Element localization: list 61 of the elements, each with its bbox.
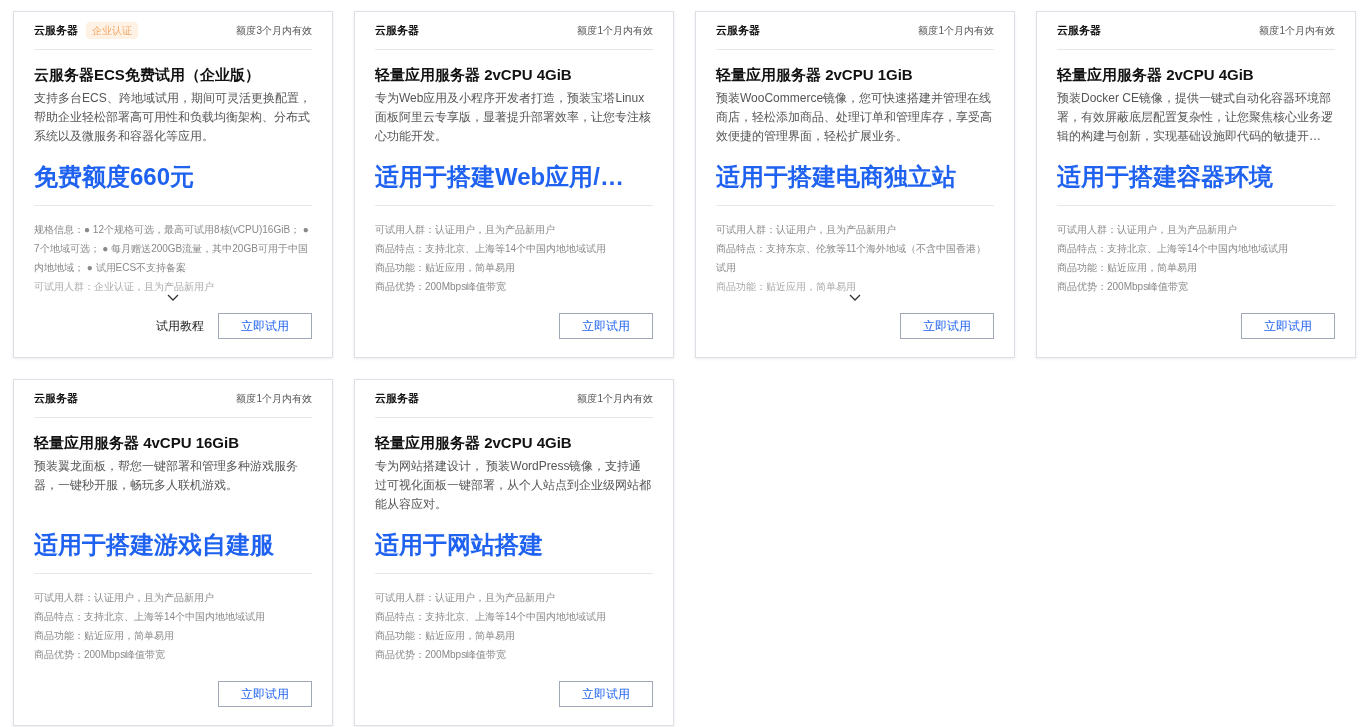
detail-text: 商品功能：贴近应用，简单易用	[34, 629, 175, 643]
detail-text: 商品优势：200Mbps峰值带宽	[1057, 280, 1190, 294]
detail-text: 商品优势：200Mbps峰值带宽	[375, 280, 508, 294]
try-now-button[interactable]: 立即试用	[218, 681, 312, 707]
product-title: 轻量应用服务器 2vCPU 4GiB	[1057, 65, 1255, 85]
detail-text: 可试用人群：认证用户，且为产品新用户	[716, 223, 897, 237]
validity-label: 额度1个月内有效	[1259, 24, 1335, 38]
try-now-button[interactable]: 立即试用	[559, 313, 653, 339]
category-label: 云服务器	[34, 391, 78, 407]
tutorial-link[interactable]: 试用教程	[156, 317, 204, 335]
category-label: 云服务器	[716, 23, 760, 39]
try-now-button[interactable]: 立即试用	[1241, 313, 1335, 339]
detail-text: 可试用人群：企业认证，且为产品新用户	[34, 280, 215, 294]
detail-text: 商品功能：贴近应用，简单易用	[1057, 261, 1198, 275]
detail-text: 商品功能：贴近应用，简单易用	[375, 629, 516, 643]
chevron-down-icon[interactable]	[849, 294, 861, 301]
headline-text: 适用于搭建容器环境	[1057, 162, 1274, 192]
detail-text: 商品优势：200Mbps峰值带宽	[375, 648, 508, 662]
product-description: 专为Web应用及小程序开发者打造，预装宝塔Linux面板阿里云专享版，显著提升部署效率，让您专注核心功能开发。	[375, 90, 652, 145]
detail-text: 可试用人群：认证用户，且为产品新用户	[1057, 223, 1238, 237]
validity-label: 额度1个月内有效	[577, 392, 653, 406]
product-description: 专为网站搭建设计， 预装WordPress镜像，支持通过可视化面板一键部署，从个人站点到企业级网站都能从容应对。	[375, 458, 652, 513]
detail-text: 商品特点：支持北京、上海等14个中国内地地域试用	[1057, 242, 1290, 256]
product-description: 预装WooCommerce镜像，您可快速搭建并管理在线商店，轻松添加商品、处理订单和管理库存，享受高效便捷的管理界面，轻松扩展业务。	[716, 90, 993, 145]
detail-text: 商品功能：贴近应用，简单易用	[375, 261, 516, 275]
try-now-button[interactable]: 立即试用	[559, 681, 653, 707]
headline-text: 适用于搭建游戏自建服	[34, 530, 275, 560]
chevron-down-icon[interactable]	[167, 294, 179, 301]
detail-text: 可试用人群：认证用户，且为产品新用户	[375, 591, 556, 605]
validity-label: 额度1个月内有效	[577, 24, 653, 38]
headline-text: 适用于网站搭建	[375, 530, 544, 560]
detail-text: 规格信息：● 12个规格可选，最高可试用8核(vCPU)16GiB； ● 7个地域可选； ● 每月赠送200GB流量，其中20GB可用于中国内地地域； ● 试用ECS不支持备案	[34, 223, 310, 275]
product-title: 轻量应用服务器 2vCPU 4GiB	[375, 433, 573, 453]
product-title: 云服务器ECS免费试用（企业版）	[34, 65, 261, 85]
product-description: 支持多台ECS、跨地域试用，期间可灵活更换配置，帮助企业轻松部署高可用性和负载均衡架构、分布式系统以及微服务和容器化等应用。	[34, 90, 312, 145]
certification-tag: 企业认证	[86, 22, 138, 39]
product-description: 预装翼龙面板，帮您一键部署和管理多种游戏服务器，一键秒开服，畅玩多人联机游戏。	[34, 458, 299, 494]
product-description: 预装Docker CE镜像，提供一键式自动化容器环境部署，有效屏蔽底层配置复杂性，让您聚焦核心业务逻辑的构建与创新，实现基础设施即代码的敏捷开…	[1057, 90, 1334, 145]
detail-text: 商品功能：贴近应用，简单易用	[716, 280, 857, 294]
validity-label: 额度1个月内有效	[236, 392, 312, 406]
detail-text: 商品特点：支持北京、上海等14个中国内地地域试用	[34, 610, 267, 624]
headline-text: 适用于搭建电商独立站	[716, 162, 957, 192]
category-label: 云服务器	[34, 23, 78, 39]
detail-text: 商品优势：200Mbps峰值带宽	[34, 648, 167, 662]
headline-text: 适用于搭建Web应用/…	[375, 162, 625, 192]
headline-text: 免费额度660元	[34, 162, 196, 192]
detail-text: 商品特点：支持东京、伦敦等11个海外地域（不含中国香港）试用	[716, 242, 988, 275]
product-title: 轻量应用服务器 2vCPU 1GiB	[716, 65, 914, 85]
category-label: 云服务器	[375, 391, 419, 407]
detail-text: 可试用人群：认证用户，且为产品新用户	[34, 591, 215, 605]
category-label: 云服务器	[375, 23, 419, 39]
product-title: 轻量应用服务器 4vCPU 16GiB	[34, 433, 241, 453]
try-now-button[interactable]: 立即试用	[218, 313, 312, 339]
detail-text: 可试用人群：认证用户，且为产品新用户	[375, 223, 556, 237]
product-title: 轻量应用服务器 2vCPU 4GiB	[375, 65, 573, 85]
detail-text: 商品特点：支持北京、上海等14个中国内地地域试用	[375, 242, 608, 256]
try-now-button[interactable]: 立即试用	[900, 313, 994, 339]
category-label: 云服务器	[1057, 23, 1101, 39]
detail-text: 商品特点：支持北京、上海等14个中国内地地域试用	[375, 610, 608, 624]
validity-label: 额度1个月内有效	[918, 24, 994, 38]
validity-label: 额度3个月内有效	[236, 24, 312, 38]
